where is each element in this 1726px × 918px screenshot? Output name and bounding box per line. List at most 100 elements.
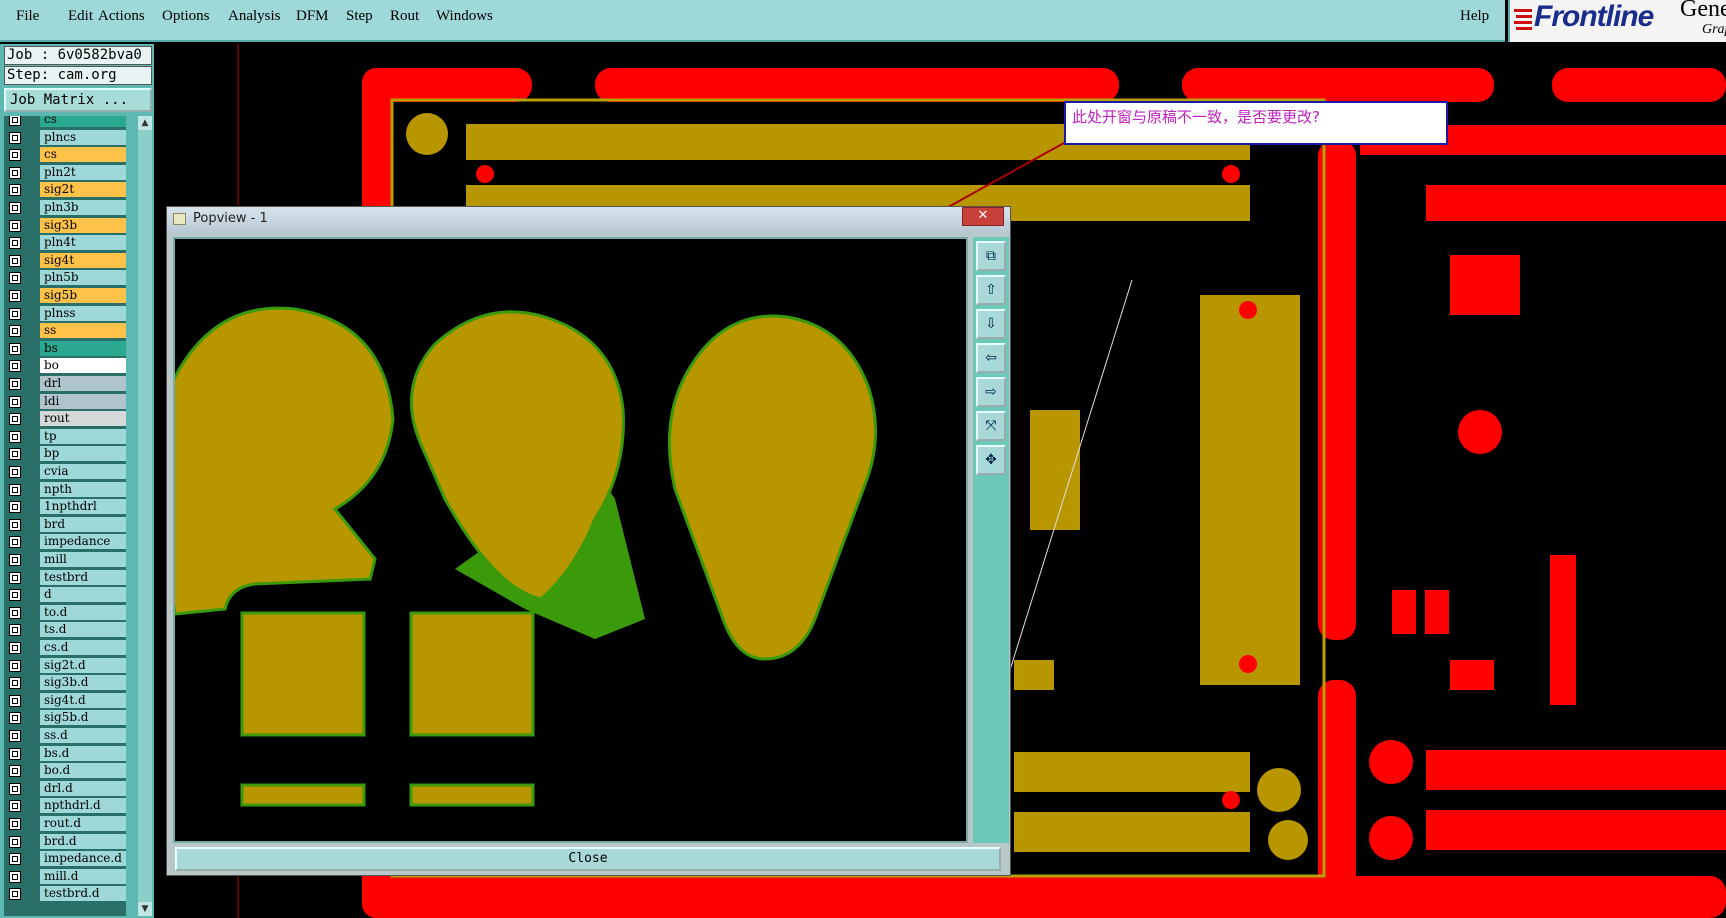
- layer-checkbox[interactable]: [9, 430, 21, 443]
- layer-row[interactable]: pln5b: [4, 270, 126, 286]
- popview-title-bar[interactable]: Popview - 1: [167, 207, 1010, 233]
- pan-down-icon[interactable]: ⇩: [976, 309, 1006, 339]
- pan-up-icon[interactable]: ⇧: [976, 275, 1006, 305]
- menu-rout[interactable]: Rout: [390, 8, 419, 25]
- layer-checkbox[interactable]: [9, 307, 21, 320]
- layer-checkbox[interactable]: [9, 818, 21, 830]
- layer-row[interactable]: sig3b.d: [4, 675, 126, 691]
- layer-checkbox[interactable]: [9, 413, 21, 426]
- layer-checkbox[interactable]: [9, 730, 21, 742]
- layer-row[interactable]: cs: [4, 116, 126, 128]
- layer-checkbox[interactable]: [9, 483, 21, 496]
- scroll-down-icon[interactable]: ▼: [138, 902, 152, 916]
- menu-dfm[interactable]: DFM: [296, 8, 329, 25]
- layer-row[interactable]: npth: [4, 481, 126, 498]
- layer-checkbox[interactable]: [9, 184, 21, 197]
- layer-row[interactable]: d: [4, 587, 126, 603]
- zoom-home-icon[interactable]: ✥: [976, 445, 1006, 475]
- layer-row[interactable]: impedance.d: [4, 851, 126, 867]
- scroll-up-icon[interactable]: ▲: [138, 116, 152, 130]
- layer-checkbox[interactable]: [9, 272, 21, 285]
- layer-row[interactable]: sig2t.d: [4, 657, 126, 674]
- layer-row[interactable]: pln3b: [4, 200, 126, 216]
- pan-left-icon[interactable]: ⇦: [976, 343, 1006, 373]
- layer-row[interactable]: plnss: [4, 305, 126, 322]
- layer-checkbox[interactable]: [9, 694, 21, 707]
- layer-checkbox[interactable]: [9, 606, 21, 619]
- layer-row[interactable]: npthdrl.d: [4, 798, 126, 814]
- layer-checkbox[interactable]: [9, 782, 21, 795]
- layer-checkbox[interactable]: [9, 378, 21, 390]
- layer-checkbox[interactable]: [9, 518, 21, 531]
- layer-row[interactable]: bs: [4, 340, 126, 357]
- layer-checkbox[interactable]: [9, 116, 21, 126]
- layer-checkbox[interactable]: [9, 835, 21, 848]
- layer-checkbox[interactable]: [9, 554, 21, 566]
- zoom-window-icon[interactable]: ⧉: [976, 241, 1006, 271]
- layer-checkbox[interactable]: [9, 466, 21, 478]
- layer-row[interactable]: mill.d: [4, 868, 126, 885]
- layer-checkbox[interactable]: [9, 501, 21, 514]
- menu-analysis[interactable]: Analysis: [228, 8, 281, 25]
- layer-row[interactable]: 1npthdrl: [4, 499, 126, 515]
- layer-row[interactable]: bo: [4, 358, 126, 374]
- layer-checkbox[interactable]: [9, 448, 21, 461]
- layer-row[interactable]: sig3b: [4, 217, 126, 234]
- pan-right-icon[interactable]: ⇨: [976, 377, 1006, 407]
- layer-checkbox[interactable]: [9, 624, 21, 637]
- layer-checkbox[interactable]: [9, 888, 21, 901]
- layer-checkbox[interactable]: [9, 659, 21, 672]
- job-matrix-button[interactable]: Job Matrix ...: [4, 88, 152, 112]
- layer-checkbox[interactable]: [9, 677, 21, 690]
- layer-row[interactable]: ss.d: [4, 728, 126, 744]
- layer-checkbox[interactable]: [9, 853, 21, 866]
- layer-row[interactable]: cvia: [4, 464, 126, 480]
- layer-row[interactable]: sig5b.d: [4, 710, 126, 726]
- layer-row[interactable]: drl.d: [4, 780, 126, 797]
- layer-checkbox[interactable]: [9, 290, 21, 302]
- menu-step[interactable]: Step: [346, 8, 373, 25]
- layer-checkbox[interactable]: [9, 800, 21, 813]
- layer-row[interactable]: bo.d: [4, 763, 126, 779]
- layer-checkbox[interactable]: [9, 571, 21, 584]
- menu-options[interactable]: Options: [162, 8, 210, 25]
- layer-row[interactable]: rout: [4, 411, 126, 427]
- layer-row[interactable]: bs.d: [4, 745, 126, 762]
- layer-checkbox[interactable]: [9, 395, 21, 408]
- menu-edit[interactable]: Edit: [68, 8, 93, 25]
- menu-help[interactable]: Help: [1460, 8, 1489, 25]
- layer-checkbox[interactable]: [9, 870, 21, 883]
- layer-row[interactable]: plncs: [4, 129, 126, 146]
- layer-checkbox[interactable]: [9, 342, 21, 355]
- layer-row[interactable]: sig4t: [4, 252, 126, 269]
- zoom-fit-icon[interactable]: ⤧: [976, 411, 1006, 441]
- popview-canvas[interactable]: [173, 237, 968, 843]
- layer-checkbox[interactable]: [9, 149, 21, 162]
- layer-row[interactable]: cs.d: [4, 640, 126, 656]
- layer-row[interactable]: sig5b: [4, 288, 126, 304]
- layer-row[interactable]: drl: [4, 376, 126, 392]
- layer-row[interactable]: mill: [4, 552, 126, 568]
- layer-row[interactable]: sig4t.d: [4, 692, 126, 709]
- layer-checkbox[interactable]: [9, 237, 21, 250]
- layer-row[interactable]: tp: [4, 428, 126, 445]
- layer-scrollbar[interactable]: ▲ ▼: [138, 116, 152, 916]
- menu-windows[interactable]: Windows: [436, 8, 493, 25]
- layer-checkbox[interactable]: [9, 325, 21, 338]
- layer-checkbox[interactable]: [9, 589, 21, 602]
- layer-checkbox[interactable]: [9, 360, 21, 373]
- layer-row[interactable]: cs: [4, 147, 126, 163]
- layer-row[interactable]: impedance: [4, 534, 126, 550]
- menu-file[interactable]: File: [16, 8, 39, 25]
- layer-checkbox[interactable]: [9, 712, 21, 725]
- layer-row[interactable]: pln4t: [4, 235, 126, 251]
- layer-checkbox[interactable]: [9, 166, 21, 179]
- layer-row[interactable]: ss: [4, 323, 126, 339]
- layer-row[interactable]: rout.d: [4, 816, 126, 832]
- layer-row[interactable]: sig2t: [4, 182, 126, 198]
- window-close-icon[interactable]: ✕: [962, 207, 1004, 226]
- layer-row[interactable]: testbrd: [4, 569, 126, 586]
- layer-checkbox[interactable]: [9, 202, 21, 214]
- layer-checkbox[interactable]: [9, 536, 21, 549]
- layer-row[interactable]: bp: [4, 446, 126, 462]
